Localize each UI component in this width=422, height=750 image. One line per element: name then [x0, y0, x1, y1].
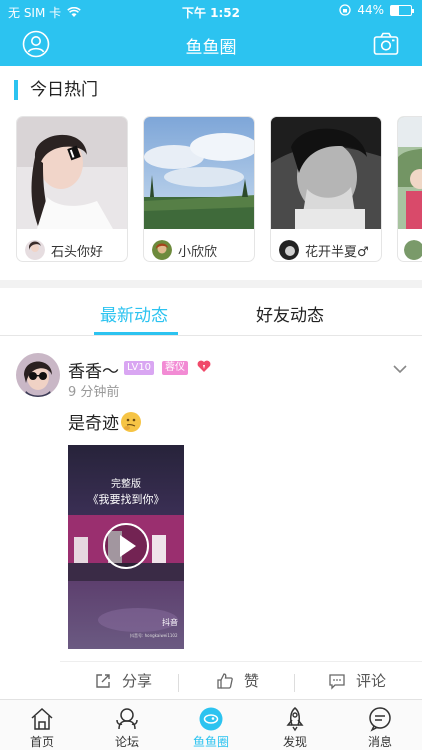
thumbs-up-icon: [217, 672, 233, 689]
avatar: [25, 240, 45, 260]
tab-forum[interactable]: 论坛: [97, 706, 157, 750]
post-username[interactable]: 香香～: [68, 357, 119, 382]
section-title-hot: 今日热门: [14, 80, 98, 100]
share-button[interactable]: 分享: [94, 670, 152, 691]
tab-friends[interactable]: 好友动态: [256, 301, 324, 326]
tab-home[interactable]: 首页: [12, 706, 72, 750]
avatar: [279, 240, 299, 260]
rotation-lock-icon: [339, 4, 351, 16]
home-icon: [31, 707, 53, 730]
action-divider: [178, 674, 179, 692]
tab-discover[interactable]: 发现: [265, 706, 325, 750]
hot-card[interactable]: 石头你好: [16, 116, 128, 262]
feed-tabs: 最新动态 好友动态: [0, 288, 422, 336]
heart-icon: [197, 360, 211, 372]
video-thumbnail[interactable]: 完整版 《我要找到你》 抖音 抖音号: hongkaiwei1102: [68, 445, 184, 649]
role-badge: 蓉仪: [162, 361, 188, 375]
tab-indicator: [94, 332, 178, 335]
video-title: 《我要找到你》: [87, 493, 165, 506]
hot-card[interactable]: 小欣欣: [143, 116, 255, 262]
camera-icon[interactable]: [372, 30, 400, 58]
avatar: [404, 240, 422, 260]
tab-circle-label: 鱼鱼圈: [192, 735, 229, 749]
video-badge: 完整版: [111, 479, 141, 490]
comment-button[interactable]: 评论: [328, 670, 386, 691]
hot-card-photo: [271, 117, 381, 229]
hot-card[interactable]: [397, 116, 422, 262]
page-title: 鱼鱼圈: [185, 38, 237, 58]
battery-icon: [390, 4, 414, 16]
tab-circle[interactable]: 鱼鱼圈: [181, 706, 241, 750]
nav-bar: 鱼鱼圈: [0, 22, 422, 66]
tab-messages[interactable]: 消息: [350, 706, 410, 750]
hot-card-photo: [144, 117, 254, 229]
video-account: 抖音号: hongkaiwei1102: [130, 633, 178, 638]
status-bar: 无 SIM 卡 下午 1:52 44%: [0, 0, 422, 22]
post-actions: 分享 赞 评论: [60, 661, 422, 693]
like-button[interactable]: 赞: [216, 670, 259, 691]
like-label: 赞: [244, 672, 260, 690]
forum-icon: [116, 708, 138, 730]
avatar: [152, 240, 172, 260]
tab-messages-label: 消息: [367, 735, 392, 749]
hot-card-photo: [17, 117, 127, 229]
thinking-face-icon: [121, 412, 141, 432]
hot-card-photo: [398, 117, 422, 229]
chevron-down-icon[interactable]: [392, 361, 408, 377]
hot-list: 石头你好 小欣欣 花开半夏♂: [16, 116, 422, 262]
message-icon: [369, 707, 391, 732]
video-watermark: 抖音: [162, 618, 178, 627]
fish-circle-icon: [199, 707, 223, 731]
post-text-content: 是奇迹: [68, 414, 119, 434]
post-text: 是奇迹: [68, 409, 141, 434]
battery-percent: 44%: [357, 3, 384, 17]
hot-card-name: 石头你好: [51, 244, 104, 260]
tab-discover-label: 发现: [282, 735, 307, 749]
hot-section: 今日热门 石头你好 小欣欣 花开半夏♂: [0, 66, 422, 280]
tab-forum-label: 论坛: [114, 735, 139, 749]
level-badge: LV10: [124, 361, 155, 375]
post-time: 9 分钟前: [68, 385, 120, 400]
tab-home-label: 首页: [29, 735, 54, 749]
comment-label: 评论: [356, 672, 387, 690]
bottom-tab-bar: 首页 论坛 鱼鱼圈 发现 消息: [0, 699, 422, 750]
share-label: 分享: [122, 672, 153, 690]
action-divider: [294, 674, 295, 692]
hot-card-name: 花开半夏♂: [305, 244, 369, 260]
tab-latest[interactable]: 最新动态: [100, 301, 168, 326]
comment-icon: [329, 673, 345, 690]
rocket-icon: [286, 707, 304, 732]
section-divider: [0, 280, 422, 288]
hot-card[interactable]: 花开半夏♂: [270, 116, 382, 262]
share-icon: [96, 673, 110, 688]
feed-post: 香香～ LV10 蓉仪 9 分钟前 是奇迹 完整版 《我要找到你》 抖音 抖音号…: [0, 337, 422, 699]
avatar[interactable]: [16, 353, 60, 397]
hot-card-name: 小欣欣: [178, 244, 218, 260]
